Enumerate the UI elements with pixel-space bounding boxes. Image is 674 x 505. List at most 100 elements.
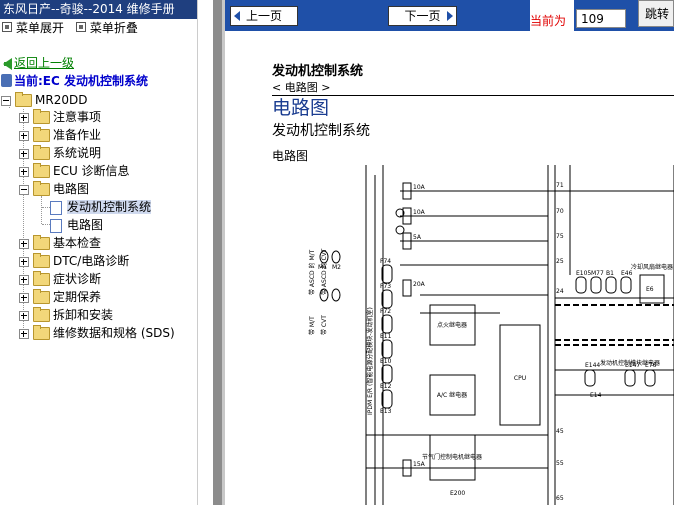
next-arrow-icon xyxy=(447,11,453,21)
connector-f73: F73 xyxy=(380,283,391,290)
tree-leaf[interactable]: 电路图 xyxy=(50,216,103,234)
fuse-10a: 10A xyxy=(413,184,426,191)
relay-ac: A/C 继电器 xyxy=(437,391,467,399)
code-e6: E6 xyxy=(646,286,654,293)
collapse-menu-button[interactable]: 菜单折叠 xyxy=(75,19,138,37)
current-location-icon xyxy=(1,74,12,87)
connector-b1: B1 xyxy=(606,270,614,277)
navigation-pane: 东风日产--奇骏--2014 维修手册 菜单展开 菜单折叠 返回上一级 当前:E… xyxy=(0,0,197,505)
option-ascd-mt: 带 ASCD 的 M/T xyxy=(308,249,316,295)
document-icon xyxy=(50,218,62,233)
wiring-diagram: CPU 71 70 75 25 24 45 55 65 10A 10A 5A 2… xyxy=(308,165,674,505)
tree-item[interactable]: 拆卸和安装 xyxy=(19,306,113,324)
tree-item[interactable]: ECU 诊断信息 xyxy=(19,162,130,180)
prev-page-button[interactable]: 上一页 xyxy=(230,6,298,26)
connector-m77: M77 xyxy=(591,270,604,277)
tree-item[interactable]: 系统说明 xyxy=(19,144,101,162)
fuse-10a-2: 10A xyxy=(413,209,426,216)
tree-item[interactable]: 定期保养 xyxy=(19,288,101,306)
folder-icon xyxy=(33,289,50,304)
connector-e14: E14 xyxy=(590,392,602,399)
back-link[interactable]: 返回上一级 xyxy=(14,56,74,70)
connector-e12: E12 xyxy=(380,383,392,390)
pin-75: 75 xyxy=(556,233,564,240)
expand-toggle-icon[interactable] xyxy=(19,256,29,267)
cpu-label: CPU xyxy=(514,375,526,382)
header-rule xyxy=(272,95,674,96)
relay-fan: 冷却风扇继电器 xyxy=(631,263,673,271)
ipdm-label: IPDM E/R (智能电源分配模块-发动机室) xyxy=(366,307,374,415)
expand-toggle-icon[interactable] xyxy=(19,130,29,141)
tree-leaf-selected[interactable]: 发动机控制系统 xyxy=(50,198,152,216)
page-title: 电路图 xyxy=(272,97,330,119)
folder-icon xyxy=(33,253,50,268)
prev-arrow-icon xyxy=(234,11,240,21)
expand-toggle-icon[interactable] xyxy=(19,310,29,321)
expand-menu-button[interactable]: 菜单展开 xyxy=(2,19,64,37)
connector-e13: E13 xyxy=(380,408,392,415)
next-page-button[interactable]: 下一页 xyxy=(388,6,457,26)
pin-24: 24 xyxy=(556,288,564,295)
connector-e76: E76 xyxy=(645,362,657,369)
pane-scrollbar[interactable] xyxy=(197,0,406,505)
expand-toggle-icon[interactable] xyxy=(19,148,29,159)
relay-throttle: 节气门控制电机继电器 xyxy=(422,453,482,461)
pin-25: 25 xyxy=(556,258,564,265)
expand-toggle-icon[interactable] xyxy=(19,112,29,123)
back-link-row[interactable]: 返回上一级 xyxy=(3,54,74,71)
connector-e144: E144 xyxy=(585,362,600,369)
collapse-icon xyxy=(75,22,86,32)
page-subtitle: 发动机控制系统 xyxy=(272,123,370,139)
pin-55: 55 xyxy=(556,460,564,467)
document-title: 发动机控制系统 xyxy=(272,64,364,79)
page-number-input[interactable] xyxy=(576,9,626,28)
document-icon xyxy=(50,200,62,215)
folder-icon xyxy=(33,145,50,160)
connector-e105: E105 xyxy=(576,270,591,277)
folder-open-icon xyxy=(33,181,50,196)
pane-splitter[interactable] xyxy=(213,0,222,505)
tree-item[interactable]: 基本检查 xyxy=(19,234,101,252)
connector-e11: E11 xyxy=(380,333,392,340)
pin-71: 71 xyxy=(556,182,564,189)
fuse-20a: 20A xyxy=(413,281,426,288)
tree-item[interactable]: DTC/电路诊断 xyxy=(19,252,129,270)
connector-f74: F74 xyxy=(380,258,391,265)
tree-item[interactable]: 症状诊断 xyxy=(19,270,101,288)
fuse-15a: 15A xyxy=(413,461,426,468)
connector-f72: F72 xyxy=(380,308,391,315)
connector-e46: E46 xyxy=(621,270,633,277)
expand-toggle-icon[interactable] xyxy=(19,274,29,285)
expand-toggle-icon[interactable] xyxy=(19,238,29,249)
connector-e200: E200 xyxy=(450,490,465,497)
folder-icon xyxy=(33,127,50,142)
fuse-5a: 5A xyxy=(413,234,422,241)
expand-toggle-icon[interactable] xyxy=(19,328,29,339)
section-label: 电路图 xyxy=(272,149,309,163)
tree-item[interactable]: 准备作业 xyxy=(19,126,101,144)
collapse-toggle-icon[interactable] xyxy=(1,95,11,106)
tree-root[interactable]: MR20DD xyxy=(1,91,87,109)
connector-e147: E147 xyxy=(625,362,640,369)
pin-45: 45 xyxy=(556,428,564,435)
go-button[interactable]: 跳转 xyxy=(638,0,674,27)
connector-m2: M2 xyxy=(332,264,341,271)
menu-toolbar: 菜单展开 菜单折叠 xyxy=(0,19,197,37)
pin-65: 65 xyxy=(556,495,564,502)
expand-icon xyxy=(2,22,12,32)
collapse-toggle-icon[interactable] xyxy=(19,184,29,195)
folder-icon xyxy=(33,163,50,178)
tree-item[interactable]: 注意事项 xyxy=(19,108,101,126)
option-cvt: 带 CVT xyxy=(320,315,328,335)
tree-item-wiring[interactable]: 电路图 xyxy=(19,180,89,198)
page-label: 当前为 xyxy=(530,0,574,31)
back-arrow-icon xyxy=(3,57,12,70)
option-ascd-cvt: 带 ASCD 的 CVT xyxy=(320,248,328,295)
expand-toggle-icon[interactable] xyxy=(19,166,29,177)
tree-item[interactable]: 维修数据和规格 (SDS) xyxy=(19,324,175,342)
current-location: 当前:EC 发动机控制系统 xyxy=(1,72,148,89)
option-mt: 带 M/T xyxy=(308,316,316,335)
expand-toggle-icon[interactable] xyxy=(19,292,29,303)
connector-e10: E10 xyxy=(380,358,392,365)
pin-70: 70 xyxy=(556,208,564,215)
